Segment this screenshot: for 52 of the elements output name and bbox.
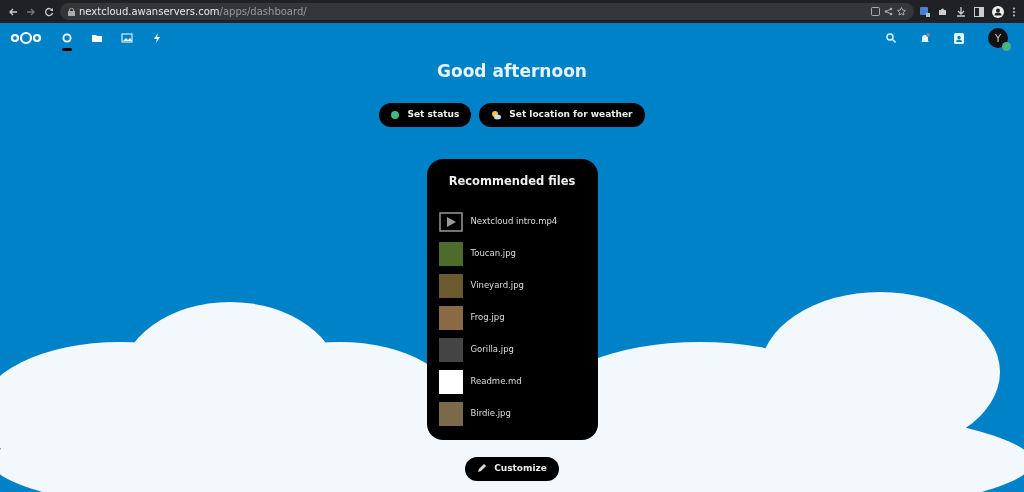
contacts-icon[interactable]	[954, 32, 964, 44]
photo-placeholder	[438, 273, 463, 298]
reload-icon[interactable]	[44, 6, 54, 17]
more-icon[interactable]	[1012, 6, 1016, 17]
download-icon[interactable]	[956, 6, 966, 17]
photo-placeholder	[438, 241, 463, 266]
file-name: Nextcloud intro.mp4	[470, 215, 558, 229]
file-item[interactable]: Vineyard.jpg	[438, 269, 586, 302]
lightning-icon	[151, 32, 163, 44]
photo-placeholder	[438, 401, 463, 426]
document-thumbnail	[438, 369, 463, 394]
status-dot-icon	[391, 110, 400, 119]
pencil-icon	[477, 464, 487, 474]
sun-cloud-icon	[491, 109, 502, 120]
logo-icon[interactable]	[10, 31, 42, 45]
profile-icon[interactable]	[992, 5, 1004, 18]
file-item[interactable]: Frog.jpg	[438, 301, 586, 334]
forward-icon[interactable]	[26, 6, 36, 17]
file-name: Birdie.jpg	[470, 407, 511, 421]
search-icon[interactable]	[886, 33, 896, 43]
lock-icon	[68, 7, 75, 16]
file-name: Toucan.jpg	[470, 247, 516, 261]
extension-badge-icon[interactable]	[920, 6, 930, 17]
file-name: Gorilla.jpg	[470, 343, 514, 357]
bell-icon[interactable]	[920, 32, 930, 44]
video-file-icon	[438, 211, 463, 232]
file-item[interactable]: Nextcloud intro.mp4	[438, 205, 586, 238]
file-item[interactable]: Birdie.jpg	[438, 397, 586, 430]
image-icon	[121, 32, 133, 44]
photo-placeholder	[438, 337, 463, 362]
avatar-letter: Y	[994, 31, 1002, 46]
side-panel-icon[interactable]	[974, 6, 984, 17]
install-icon[interactable]	[871, 7, 880, 16]
file-item[interactable]: Toucan.jpg	[438, 237, 586, 270]
address-bar[interactable]: nextcloud.awanservers.com/apps/dashboard/	[60, 3, 914, 20]
file-name: Frog.jpg	[470, 311, 505, 325]
back-icon[interactable]	[8, 6, 18, 17]
weather-button[interactable]: Set location for weather	[479, 102, 645, 127]
folder-icon	[91, 32, 103, 44]
greeting-title: Good afternoon	[437, 60, 587, 83]
photo-placeholder	[438, 305, 463, 330]
share-icon[interactable]	[884, 7, 893, 16]
file-name: Readme.md	[470, 375, 522, 389]
dashboard-icon	[61, 32, 73, 44]
star-icon[interactable]	[897, 7, 906, 16]
status-dot	[1002, 42, 1011, 51]
file-name: Vineyard.jpg	[470, 279, 524, 293]
url-path: /apps/dashboard/	[219, 6, 307, 17]
file-item[interactable]: Readme.md	[438, 365, 586, 398]
url-host: nextcloud.awanservers.com	[79, 6, 220, 17]
file-item[interactable]: Gorilla.jpg	[438, 333, 586, 366]
widget-title: Recommended files	[447, 172, 577, 190]
